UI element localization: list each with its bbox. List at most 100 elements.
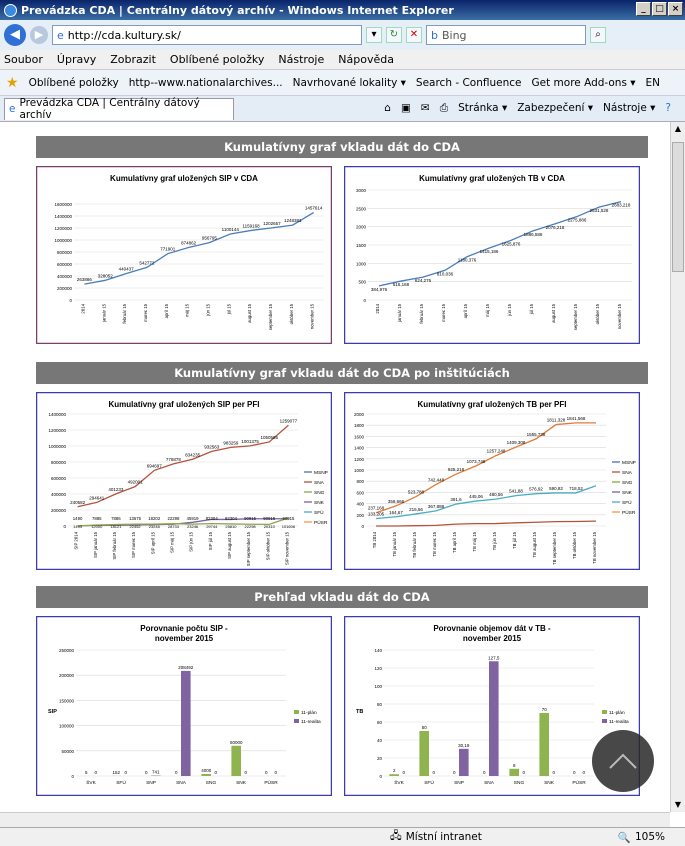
menu-edit[interactable]: Úpravy [57,53,96,66]
home-icon[interactable]: ⌂ [384,102,391,115]
y-tick-label: 400 [356,502,364,507]
tab-title: Prevádzka CDA | Centrálny dátový archív [19,97,200,121]
tool-page[interactable]: Stránka ▾ [458,102,507,115]
bar-11-plán [419,731,429,776]
tool-tools[interactable]: Nástroje ▾ [603,102,655,115]
help-icon[interactable]: ? [665,102,671,115]
back-to-top-button[interactable] [592,730,654,792]
data-label: 22452 [130,524,142,529]
x-tick-label: SIP október 15 [265,531,270,560]
data-label: 2076,218 [546,225,565,230]
x-tick-label: SIP január 15 [93,531,98,558]
search-button[interactable]: ⌕ [590,27,606,43]
legend-swatch [294,710,299,714]
menu-favorites[interactable]: Oblíbené položky [170,53,265,66]
minimize-button[interactable]: _ [636,2,651,16]
tab-current[interactable]: e Prevádzka CDA | Centrálny dátový archí… [4,97,234,121]
x-tick-label: SNP [146,780,156,786]
search-input[interactable]: b Bing [426,25,586,45]
scroll-thumb[interactable] [672,142,684,272]
tool-security[interactable]: Zabezpečení ▾ [517,102,593,115]
data-label: 45919 [187,516,200,521]
data-label: 445,06 [469,494,483,499]
close-button[interactable]: × [668,2,683,16]
y-axis-label: SIP [48,709,57,715]
bar-value-label: 127,5 [488,655,500,660]
menu-tools[interactable]: Nástroje [278,53,324,66]
data-label: 12000 [91,524,103,529]
data-label: 1001375 [241,439,259,444]
data-label: 101606 [282,524,296,529]
chart-title: Porovnanie objemov dát v TB - [433,624,551,633]
fav-item-3[interactable]: Get more Add-ons ▾ [531,77,635,89]
scroll-down-icon[interactable]: ▼ [672,798,684,812]
dropdown-icon[interactable]: ▾ [366,27,382,43]
bar-value-label: 30,19 [458,743,470,748]
horizontal-scrollbar[interactable] [0,812,670,827]
bar-value-label: 50 [422,725,428,730]
x-tick-label: SIP máj 15 [169,531,174,553]
status-zoom[interactable]: 105% [635,831,665,843]
favorites-label[interactable]: Oblíbené položky [29,77,119,89]
y-tick-label: 100 [374,684,382,689]
scroll-up-icon[interactable]: ▲ [672,122,684,136]
x-tick-label: 2014 [80,303,85,313]
menu-help[interactable]: Nápověda [338,53,394,66]
x-tick-label: máj 15 [485,303,490,317]
data-label: 718,52 [569,486,583,491]
data-label: 925,218 [448,467,465,472]
tab-row: e Prevádzka CDA | Centrálny dátový archí… [0,96,685,122]
url-field[interactable]: e http://cda.kultury.sk/ [52,25,362,45]
data-label: 1159168 [242,223,260,228]
data-label: 90915 [244,516,257,521]
x-tick-label: SIP marec 15 [131,531,136,558]
x-tick-label: TB jún 15 [492,531,497,550]
stop-button[interactable]: ✕ [406,27,422,43]
x-tick-label: SNK [544,780,555,786]
data-label: 694697 [147,463,163,468]
fav-item-1[interactable]: Navrhované lokality ▾ [293,77,406,89]
x-tick-label: jún 15 [507,303,512,316]
section-header-3: Prehľad vkladu dát do CDA [36,586,648,608]
x-tick-label: PÚSR [572,779,586,786]
data-label: 358,666 [388,499,405,504]
fav-item-4[interactable]: EN [646,77,661,89]
data-label: 480,56 [489,492,503,497]
back-button[interactable]: ◀ [4,24,26,46]
data-label: 237,168 [368,506,385,511]
data-label: 576,92 [529,487,543,492]
y-tick-label: 150000 [59,698,75,703]
data-label: 2531,528 [590,208,609,213]
y-tick-label: 400000 [51,492,67,497]
chart-sip-compare: Porovnanie počtu SIP - november 2015 0 5000… [36,616,332,796]
y-tick-label: 2500 [356,206,367,211]
print-icon[interactable]: ⎙ [440,102,448,115]
y-tick-label: 1000 [356,261,367,266]
mail-icon[interactable]: ✉ [421,102,430,115]
data-label: 771901 [160,247,176,252]
data-label: 384,976 [371,287,388,292]
fav-item-2[interactable]: Search - Confluence [416,77,522,89]
menu-view[interactable]: Zobrazit [110,53,156,66]
y-tick-label: 800000 [57,250,73,255]
fav-item-0[interactable]: http--www.nationalarchives... [129,77,283,89]
data-label: 82304 [206,516,219,521]
favorites-star-icon[interactable]: ★ [6,75,19,91]
status-bar: 🖧 Místní intranet 🔍 105% [0,827,685,846]
zoom-icon[interactable]: 🔍 [618,831,631,844]
bar-11-plán [201,773,211,776]
forward-button[interactable]: ▶ [30,26,48,44]
ie-logo-icon [4,3,17,17]
feeds-icon[interactable]: ▣ [401,102,411,115]
vertical-scrollbar[interactable]: ▲ ▼ [670,122,685,812]
x-tick-label: SIP 2014 [74,531,79,549]
data-label: 1625,876 [502,241,521,246]
data-label: 1811,328 [547,418,566,423]
maximize-button[interactable]: □ [652,2,667,16]
data-label: 956795 [202,236,218,241]
menu-file[interactable]: Soubor [4,53,43,66]
refresh-button[interactable]: ↻ [386,27,402,43]
x-tick-label: SIP júl 15 [208,531,213,550]
x-tick-label: SIP november 15 [284,531,289,565]
search-placeholder: Bing [441,28,467,42]
